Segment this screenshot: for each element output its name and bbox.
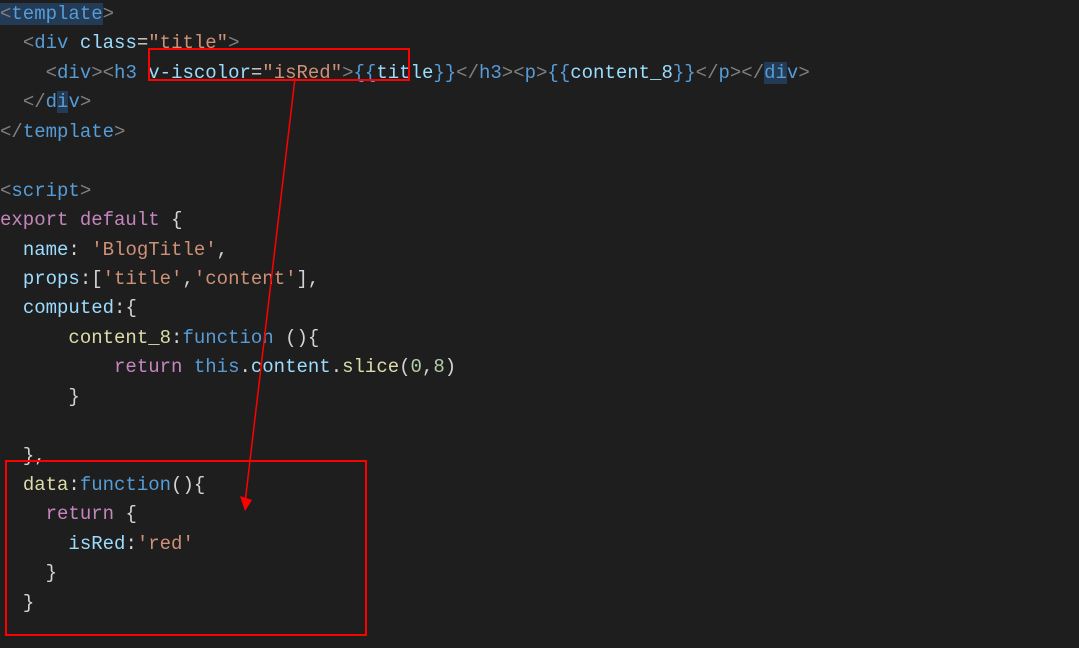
code-line: return this.content.slice(0,8) [0, 356, 456, 378]
code-line: } [0, 386, 80, 408]
code-line: }, [0, 445, 46, 467]
code-line: content_8:function (){ [0, 327, 319, 349]
code-line: data:function(){ [0, 474, 205, 496]
code-line: props:['title','content'], [0, 268, 319, 290]
code-line [0, 150, 11, 172]
code-line: isRed:'red' [0, 533, 194, 555]
code-line [0, 415, 11, 437]
code-line: <div class="title"> [0, 32, 240, 54]
code-line: </template> [0, 121, 125, 143]
code-line: return { [0, 503, 137, 525]
code-line: <template> [0, 3, 114, 25]
code-line: export default { [0, 209, 182, 231]
code-line: <div><h3 v-iscolor="isRed">{{title}}</h3… [0, 62, 810, 84]
code-line: </div> [0, 91, 91, 113]
code-line: } [0, 592, 34, 614]
code-editor[interactable]: <template> <div class="title"> <div><h3 … [0, 0, 1079, 618]
code-line: } [0, 562, 57, 584]
code-line: <script> [0, 180, 91, 202]
code-line: computed:{ [0, 297, 137, 319]
code-line: name: 'BlogTitle', [0, 239, 228, 261]
